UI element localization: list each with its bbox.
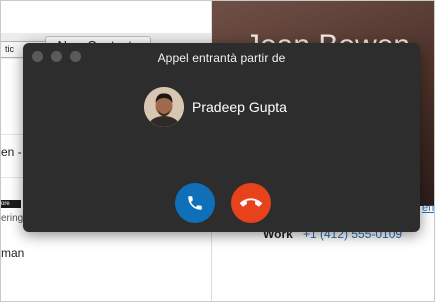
call-title: Appel entrantà partir de [157,51,286,65]
accept-call-button[interactable] [175,183,215,223]
phone-hangup-icon [240,198,262,207]
email-link[interactable]: en [422,202,434,214]
incoming-call-window: Appel entrantà partir de Pradeep Gupta [23,43,420,232]
caller-photo-icon [144,87,184,127]
decline-call-button[interactable] [231,183,271,223]
caller-name: Pradeep Gupta [192,99,287,115]
caller-info: Pradeep Gupta [144,87,287,127]
avatar [144,87,184,127]
list-item[interactable]: en - [1,145,22,159]
list-item[interactable]: man [1,246,24,260]
list-item[interactable]: ering [1,213,23,224]
category-tag: ore [1,200,21,208]
phone-icon [188,196,202,210]
